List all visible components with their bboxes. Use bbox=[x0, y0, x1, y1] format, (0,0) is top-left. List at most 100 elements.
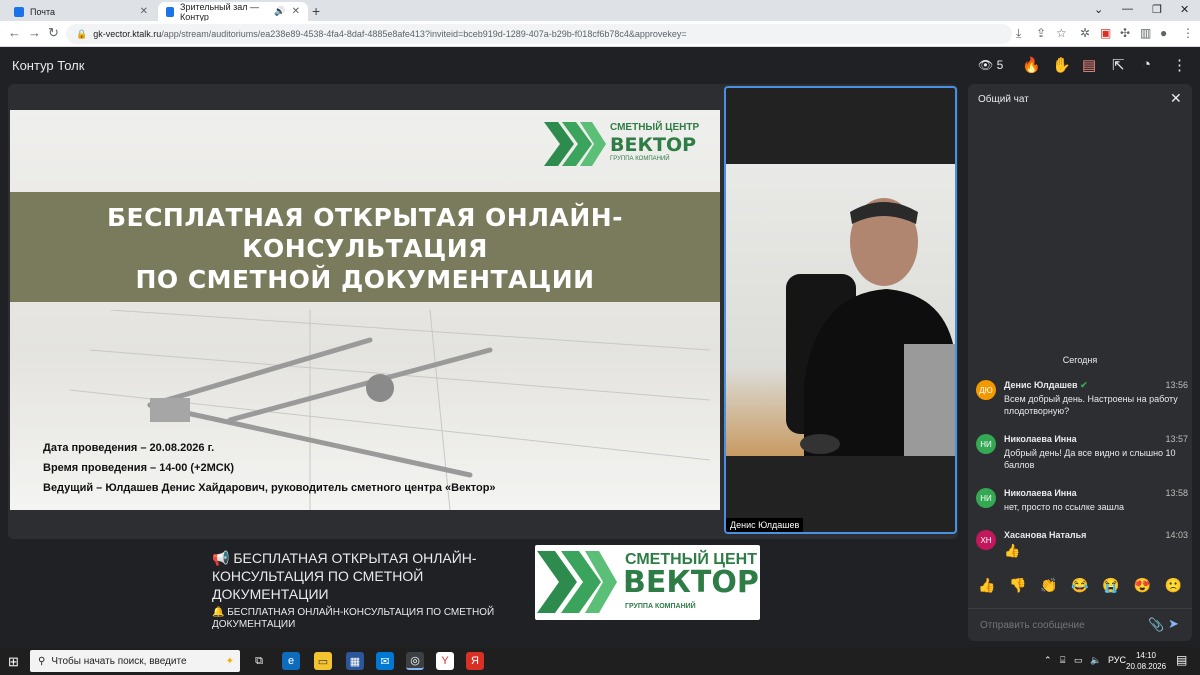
heart-eyes-reaction[interactable]: 😍 bbox=[1133, 577, 1150, 594]
search-icon: ⚲ bbox=[38, 655, 46, 667]
network-icon[interactable]: ⌸ bbox=[1060, 655, 1065, 666]
windows-start-icon[interactable]: ⊞ bbox=[8, 654, 19, 670]
address-toolbar: ← → ↻ 🔒 gk-vector.ktalk.ru/app/stream/au… bbox=[0, 21, 1200, 47]
url-field[interactable]: 🔒 gk-vector.ktalk.ru/app/stream/auditori… bbox=[66, 24, 1012, 44]
url-path: /app/stream/auditoriums/ea238e89-4538-4f… bbox=[161, 29, 687, 39]
url-host: gk-vector.ktalk.ru bbox=[93, 29, 162, 39]
clock-time: 14:10 bbox=[1135, 651, 1157, 660]
fire-reaction-icon[interactable]: 🔥 bbox=[1022, 56, 1041, 74]
task-view-icon[interactable]: ⧉ bbox=[250, 652, 268, 670]
raise-hand-icon[interactable]: ✋ bbox=[1052, 56, 1071, 74]
chat-date-divider: Сегодня bbox=[1062, 355, 1098, 365]
close-tab-icon[interactable]: ✕ bbox=[140, 6, 148, 17]
minimize-button[interactable]: — bbox=[1122, 3, 1133, 15]
message-text: 👍 bbox=[1004, 543, 1021, 558]
chat-composer: 📎 ➤ bbox=[968, 608, 1192, 641]
poll-icon[interactable]: ◔ bbox=[1142, 56, 1151, 73]
reload-icon[interactable]: ↻ bbox=[48, 25, 59, 41]
battery-icon[interactable]: ▭ bbox=[1074, 655, 1083, 666]
bookmark-star-icon[interactable]: ☆ bbox=[1056, 26, 1067, 40]
close-chat-icon[interactable]: ✕ bbox=[1170, 90, 1182, 107]
browser-tab-strip: Почта ✕ Зрительный зал — Контур 🔊 ✕ + ⌄ … bbox=[0, 0, 1200, 22]
close-tab-icon[interactable]: ✕ bbox=[292, 6, 300, 17]
slide-title: БЕСПЛАТНАЯ ОТКРЫТАЯ ОНЛАЙН- КОНСУЛЬТАЦИЯ… bbox=[10, 202, 720, 295]
side-panel-icon[interactable]: ▥ bbox=[1140, 26, 1151, 40]
avatar: НИ bbox=[976, 434, 996, 454]
tab-search-icon[interactable]: ⌄ bbox=[1094, 3, 1103, 16]
taskbar-search[interactable]: ⚲ Чтобы начать поиск, введите ✦ bbox=[30, 650, 240, 672]
avatar: ХН bbox=[976, 530, 996, 550]
chat-toggle-icon[interactable]: ▤ bbox=[1082, 56, 1096, 74]
video-favicon-icon bbox=[166, 6, 175, 17]
announcement-title-text: БЕСПЛАТНАЯ ОТКРЫТАЯ ОНЛАЙН-КОНСУЛЬТАЦИЯ … bbox=[212, 550, 477, 602]
volume-icon[interactable]: 🔈 bbox=[1090, 655, 1101, 666]
chat-message: ХН Хасанова Наталья 14:03 👍 bbox=[976, 530, 1188, 564]
pdf-extension-icon[interactable]: ▣ bbox=[1100, 26, 1111, 40]
verified-check-icon: ✔ bbox=[1080, 380, 1088, 390]
more-icon[interactable]: ⋮ bbox=[1172, 56, 1187, 74]
tray-chevron-icon[interactable]: ⌃ bbox=[1044, 655, 1052, 666]
store-icon[interactable]: ▦ bbox=[346, 652, 364, 670]
announcement-title: 📢 БЕСПЛАТНАЯ ОТКРЫТАЯ ОНЛАЙН-КОНСУЛЬТАЦИ… bbox=[212, 549, 512, 603]
message-author: Денис Юлдашев ✔ bbox=[1004, 380, 1088, 390]
system-clock[interactable]: 14:10 20.08.2026 bbox=[1126, 650, 1166, 672]
logo-line: ВЕКТОР bbox=[610, 134, 697, 156]
file-explorer-icon[interactable]: ▭ bbox=[314, 652, 332, 670]
drafting-compass-illustration bbox=[69, 310, 711, 510]
profile-avatar[interactable]: ● bbox=[1160, 26, 1167, 40]
message-time: 13:58 bbox=[1165, 488, 1188, 498]
message-time: 13:56 bbox=[1165, 380, 1188, 390]
announcement-subtitle-text: БЕСПЛАТНАЯ ОНЛАЙН-КОНСУЛЬТАЦИЯ ПО СМЕТНО… bbox=[212, 607, 495, 630]
clap-reaction[interactable]: 👏 bbox=[1040, 577, 1057, 594]
chat-panel: Общий чат ✕ Сегодня ДЮ Денис Юлдашев ✔ 1… bbox=[968, 84, 1192, 641]
send-icon[interactable]: ➤ bbox=[1168, 616, 1179, 632]
notifications-icon[interactable]: ▤ bbox=[1176, 653, 1187, 667]
yandex-browser-icon[interactable]: Y bbox=[436, 652, 454, 670]
speaker-video-tile[interactable]: Денис Юлдашев bbox=[724, 86, 957, 534]
thumbs-up-reaction[interactable]: 👍 bbox=[978, 577, 995, 594]
forward-icon[interactable]: → bbox=[28, 25, 41, 40]
thumbs-down-reaction[interactable]: 👎 bbox=[1009, 577, 1026, 594]
message-text: Всем добрый день. Настроены на работу пл… bbox=[1004, 394, 1178, 416]
attach-icon[interactable]: 📎 bbox=[1148, 617, 1164, 633]
menu-kebab-icon[interactable]: ⋮ bbox=[1182, 26, 1194, 40]
mail-favicon-icon bbox=[14, 6, 24, 17]
app-title: Контур Толк bbox=[12, 58, 85, 73]
avatar: ДЮ bbox=[976, 380, 996, 400]
cry-reaction[interactable]: 😭 bbox=[1102, 577, 1119, 594]
close-window-button[interactable]: ✕ bbox=[1180, 3, 1189, 16]
yandex-icon[interactable]: Я bbox=[466, 652, 484, 670]
slide-title-line: ПО СМЕТНОЙ ДОКУМЕНТАЦИИ bbox=[135, 265, 595, 294]
search-placeholder: Чтобы начать поиск, введите bbox=[51, 655, 187, 667]
back-icon[interactable]: ← bbox=[8, 25, 21, 40]
laugh-reaction[interactable]: 😂 bbox=[1071, 577, 1088, 594]
windows-taskbar: ⊞ ⚲ Чтобы начать поиск, введите ✦ ⧉ e ▭ … bbox=[0, 647, 1200, 675]
mail-icon[interactable]: ✉ bbox=[376, 652, 394, 670]
tab-mail[interactable]: Почта ✕ bbox=[6, 2, 156, 21]
maximize-button[interactable]: ❐ bbox=[1152, 3, 1162, 16]
sad-reaction[interactable]: 🙁 bbox=[1165, 577, 1182, 594]
extensions-puzzle-icon[interactable]: ✣ bbox=[1120, 26, 1130, 40]
share-screen-icon[interactable]: ⇱ bbox=[1112, 56, 1125, 74]
presentation-slide: БЕСПЛАТНАЯ ОТКРЫТАЯ ОНЛАЙН- КОНСУЛЬТАЦИЯ… bbox=[10, 110, 720, 510]
tab-auditorium[interactable]: Зрительный зал — Контур 🔊 ✕ bbox=[158, 2, 308, 22]
new-tab-button[interactable]: + bbox=[312, 3, 320, 19]
viewers-count: 5 bbox=[996, 58, 1004, 72]
install-app-icon[interactable]: ⤓ bbox=[1016, 26, 1021, 41]
audio-playing-icon[interactable]: 🔊 bbox=[274, 6, 285, 17]
chevron-logo-icon bbox=[537, 551, 617, 613]
message-author: Николаева Инна bbox=[1004, 488, 1077, 498]
tab-title: Почта bbox=[30, 6, 55, 17]
extension-icon[interactable]: ✲ bbox=[1080, 26, 1090, 40]
event-date: Дата проведения – 20.08.2026 г. bbox=[43, 442, 215, 454]
viewers-counter[interactable]: 👁 5 bbox=[978, 58, 1003, 72]
ktalk-app-icon[interactable]: ◎ bbox=[406, 652, 424, 670]
message-input[interactable] bbox=[980, 620, 1140, 631]
lock-icon: 🔒 bbox=[76, 28, 88, 39]
edge-icon[interactable]: e bbox=[282, 652, 300, 670]
language-indicator[interactable]: РУС bbox=[1108, 655, 1126, 665]
vector-logo: СМЕТНЫЙ ЦЕНТР ВЕКТОР ГРУППА КОМПАНИЙ bbox=[544, 118, 716, 168]
megaphone-icon: 📢 bbox=[212, 550, 230, 566]
speaker-video-feed bbox=[726, 164, 955, 456]
share-icon[interactable]: ⇪ bbox=[1036, 26, 1046, 40]
